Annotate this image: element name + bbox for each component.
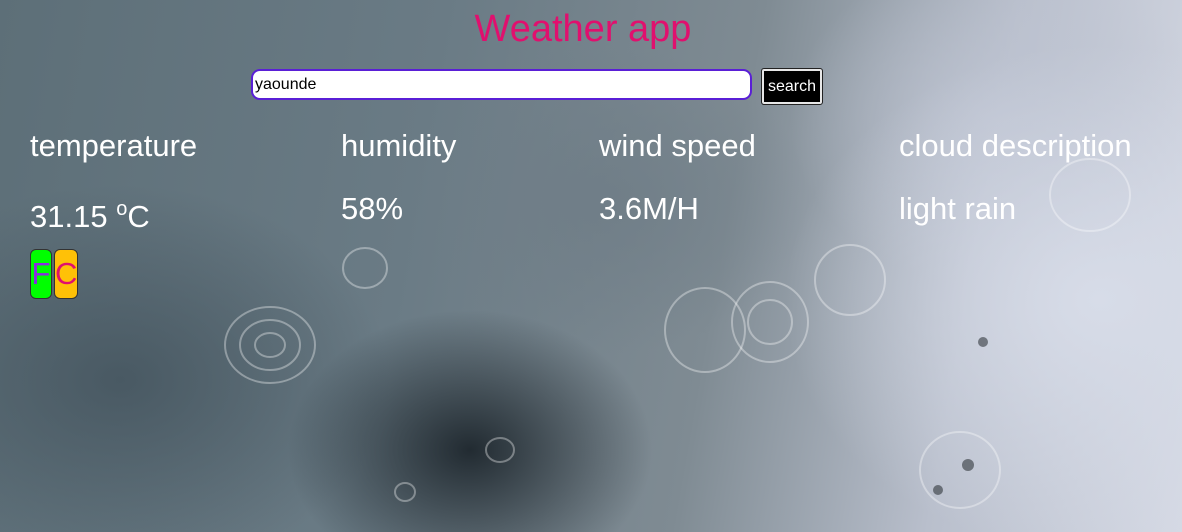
search-button-label: search [764,71,820,102]
temperature-label: temperature [30,128,198,163]
celsius-button[interactable]: C [54,249,78,299]
temperature-number: 31.15 [30,199,108,234]
cloud-description-label: cloud description [899,128,1132,163]
humidity-value: 58% [341,191,404,226]
degree-symbol: o [116,198,128,220]
temperature-value: 31.15 oC [30,191,150,235]
city-search-input[interactable] [251,69,752,100]
fahrenheit-button[interactable]: F [30,249,52,299]
temperature-unit: C [127,199,150,234]
wind-speed-value: 3.6M/H [599,191,699,226]
wind-speed-label: wind speed [599,128,756,163]
cloud-description-value: light rain [899,191,1017,226]
search-button[interactable]: search [761,68,823,105]
app-title: Weather app [474,8,692,50]
humidity-label: humidity [341,128,457,163]
